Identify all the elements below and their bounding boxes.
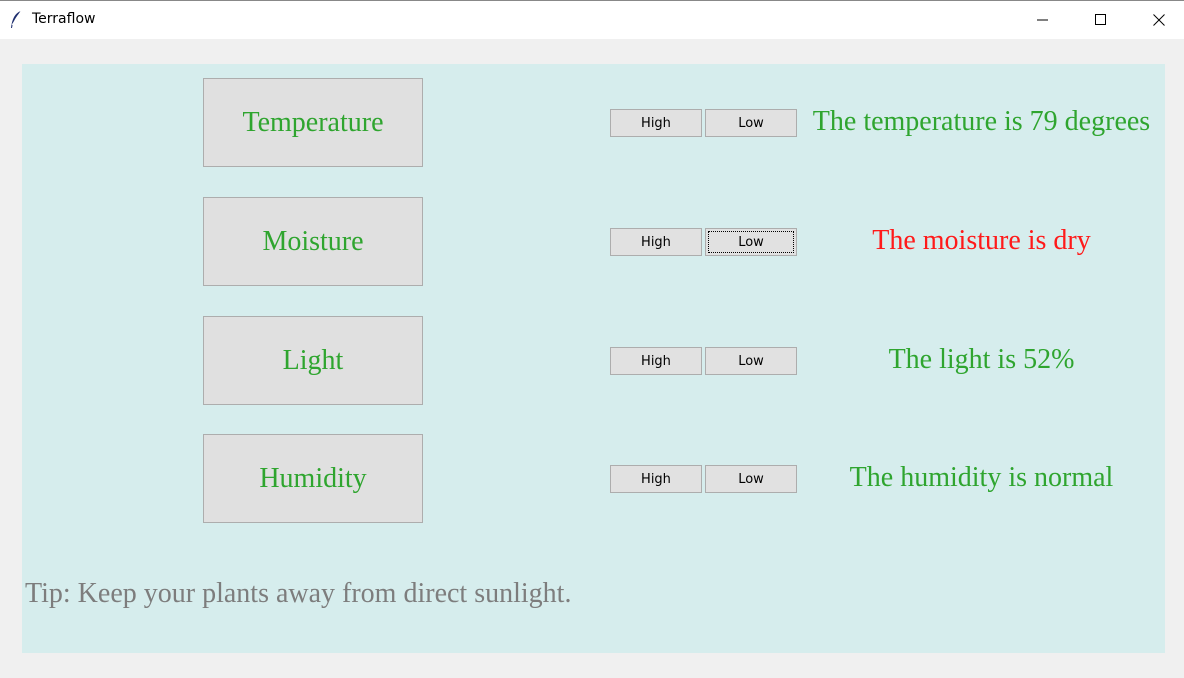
moisture-status: The moisture is dry bbox=[872, 225, 1091, 256]
moisture-button[interactable]: Moisture bbox=[203, 197, 423, 286]
moisture-low-button[interactable]: Low bbox=[705, 228, 797, 256]
window-title: Terraflow bbox=[32, 11, 96, 27]
sensor-panel: Temperature High Low The temperature is … bbox=[22, 64, 1165, 653]
close-button[interactable] bbox=[1130, 1, 1184, 39]
title-bar: Terraflow bbox=[0, 0, 1184, 39]
feather-icon bbox=[9, 10, 23, 30]
maximize-icon bbox=[1095, 14, 1106, 25]
light-high-button[interactable]: High bbox=[610, 347, 702, 375]
temperature-low-button[interactable]: Low bbox=[705, 109, 797, 137]
humidity-high-button[interactable]: High bbox=[610, 465, 702, 493]
maximize-button[interactable] bbox=[1072, 1, 1130, 39]
light-low-button[interactable]: Low bbox=[705, 347, 797, 375]
humidity-status: The humidity is normal bbox=[849, 462, 1114, 493]
light-button[interactable]: Light bbox=[203, 316, 423, 405]
temperature-status: The temperature is 79 degrees bbox=[812, 106, 1151, 137]
humidity-button[interactable]: Humidity bbox=[203, 434, 423, 523]
light-status: The light is 52% bbox=[888, 344, 1075, 375]
temperature-button[interactable]: Temperature bbox=[203, 78, 423, 167]
moisture-high-button[interactable]: High bbox=[610, 228, 702, 256]
humidity-low-button[interactable]: Low bbox=[705, 465, 797, 493]
focus-ring bbox=[708, 231, 794, 253]
close-icon bbox=[1153, 14, 1165, 26]
temperature-high-button[interactable]: High bbox=[610, 109, 702, 137]
minimize-button[interactable] bbox=[1014, 1, 1072, 39]
tip-text: Tip: Keep your plants away from direct s… bbox=[25, 578, 572, 609]
minimize-icon bbox=[1037, 19, 1048, 21]
